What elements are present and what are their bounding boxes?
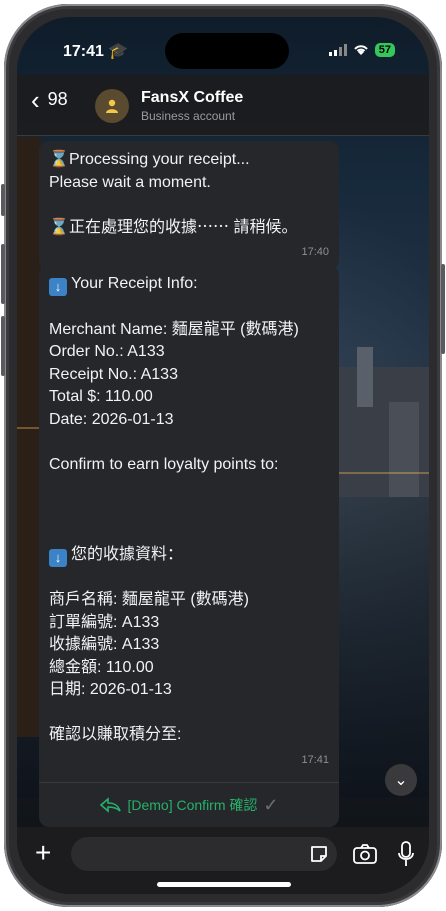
message-bubble[interactable]: ⌛Processing your receipt... Please wait … bbox=[39, 141, 339, 270]
camera-icon[interactable] bbox=[353, 843, 377, 865]
hourglass-icon: ⌛ bbox=[49, 151, 69, 168]
home-indicator[interactable] bbox=[157, 882, 291, 887]
action-button bbox=[1, 184, 5, 216]
message-line: 日期: 2026-01-13 bbox=[49, 681, 172, 698]
message-timestamp: 17:40 bbox=[301, 246, 329, 258]
phone-frame: 17:41 🎓 57 ‹ 98 FansX Coffee Business ac… bbox=[1, 4, 445, 907]
avatar[interactable] bbox=[95, 89, 129, 123]
volume-up-button bbox=[1, 244, 5, 304]
hourglass-icon: ⌛ bbox=[49, 218, 69, 236]
down-arrow-emoji-icon: ↓ bbox=[49, 548, 67, 567]
message-input[interactable] bbox=[71, 837, 337, 871]
message-line: Receipt No.: A133 bbox=[49, 365, 178, 383]
status-time-text: 17:41 bbox=[63, 43, 104, 60]
message-line bbox=[49, 702, 329, 725]
message-text: Processing your receipt... bbox=[69, 151, 250, 168]
reply-icon bbox=[100, 797, 122, 813]
message-line bbox=[49, 521, 329, 544]
message-line: Total $: 110.00 bbox=[49, 388, 153, 405]
message-bubble[interactable]: ↓ Your Receipt Info: Merchant Name: 麵屋龍平 … bbox=[39, 265, 339, 783]
message-line bbox=[49, 296, 329, 319]
message-line: 收據編號: A133 bbox=[49, 636, 160, 653]
graduation-cap-icon: 🎓 bbox=[108, 43, 129, 60]
wallpaper-building bbox=[389, 402, 419, 497]
signal-icon bbox=[328, 44, 347, 56]
message-line: 確認以賺取積分至: bbox=[49, 726, 182, 743]
wifi-icon bbox=[354, 45, 368, 55]
message-line bbox=[49, 567, 329, 590]
unread-count: 98 bbox=[47, 89, 68, 109]
wallpaper-lights bbox=[339, 472, 429, 474]
contact-name[interactable]: FansX Coffee bbox=[141, 89, 243, 107]
message-text: 正在處理您的收據⋯⋯ 請稍候。 bbox=[69, 218, 298, 236]
input-bar: + bbox=[17, 827, 429, 894]
message-line: ⌛Processing your receipt... bbox=[49, 149, 329, 172]
confirm-button-label: [Demo] Confirm 確認 bbox=[127, 797, 258, 813]
message-line: Order No.: A133 bbox=[49, 343, 165, 360]
message-line: 商戶名稱: 麵屋龍平 (數碼港) bbox=[49, 591, 249, 608]
status-time: 17:41 🎓 bbox=[63, 41, 128, 61]
message-line: ⌛正在處理您的收據⋯⋯ 請稍候。 bbox=[49, 217, 329, 240]
mic-icon[interactable] bbox=[397, 841, 415, 867]
chevron-left-icon: ‹ bbox=[31, 84, 40, 115]
scroll-down-button[interactable]: ⌄ bbox=[385, 764, 417, 796]
wallpaper-building bbox=[17, 137, 41, 737]
screen: 17:41 🎓 57 ‹ 98 FansX Coffee Business ac… bbox=[17, 17, 429, 894]
chevron-down-icon: ⌄ bbox=[394, 772, 408, 789]
confirm-button[interactable]: [Demo] Confirm 確認 ✓ bbox=[39, 782, 339, 827]
message-line bbox=[49, 194, 329, 217]
message-timestamp: 17:41 bbox=[301, 753, 329, 766]
contact-subtitle: Business account bbox=[141, 109, 236, 123]
message-line bbox=[49, 431, 329, 454]
message-text: 您的收據資料： bbox=[71, 545, 184, 563]
message-text: Your Receipt Info: bbox=[71, 275, 198, 292]
person-icon bbox=[106, 99, 118, 113]
down-arrow-emoji-icon: ↓ bbox=[49, 278, 67, 296]
message-line: Date: 2026-01-13 bbox=[49, 410, 174, 428]
sticker-icon[interactable] bbox=[309, 844, 329, 864]
status-icons: 57 bbox=[328, 43, 395, 57]
message-line: ↓ Your Receipt Info: bbox=[49, 273, 329, 296]
wallpaper-lights bbox=[17, 427, 41, 429]
dynamic-island bbox=[165, 33, 289, 69]
check-icon: ✓ bbox=[263, 794, 279, 815]
message-line: Merchant Name: 麵屋龍平 (數碼港) bbox=[49, 320, 299, 338]
chat-header: ‹ 98 FansX Coffee Business account bbox=[17, 75, 429, 136]
message-line: ↓ 您的收據資料： bbox=[49, 544, 329, 567]
status-bar: 17:41 🎓 57 bbox=[17, 17, 429, 75]
wallpaper-building bbox=[357, 347, 373, 407]
power-button bbox=[441, 264, 445, 354]
message-line: Please wait a moment. bbox=[49, 173, 211, 191]
volume-down-button bbox=[1, 316, 5, 376]
battery-icon: 57 bbox=[374, 43, 395, 57]
message-line: 訂單編號: A133 bbox=[49, 613, 160, 631]
message-line bbox=[49, 476, 329, 499]
message-line bbox=[49, 499, 329, 522]
back-button[interactable]: ‹ 98 bbox=[31, 84, 68, 115]
message-line: Confirm to earn loyalty points to: bbox=[49, 455, 279, 473]
message-line: 總金額: 110.00 bbox=[49, 658, 154, 676]
plus-icon[interactable]: + bbox=[35, 839, 51, 867]
